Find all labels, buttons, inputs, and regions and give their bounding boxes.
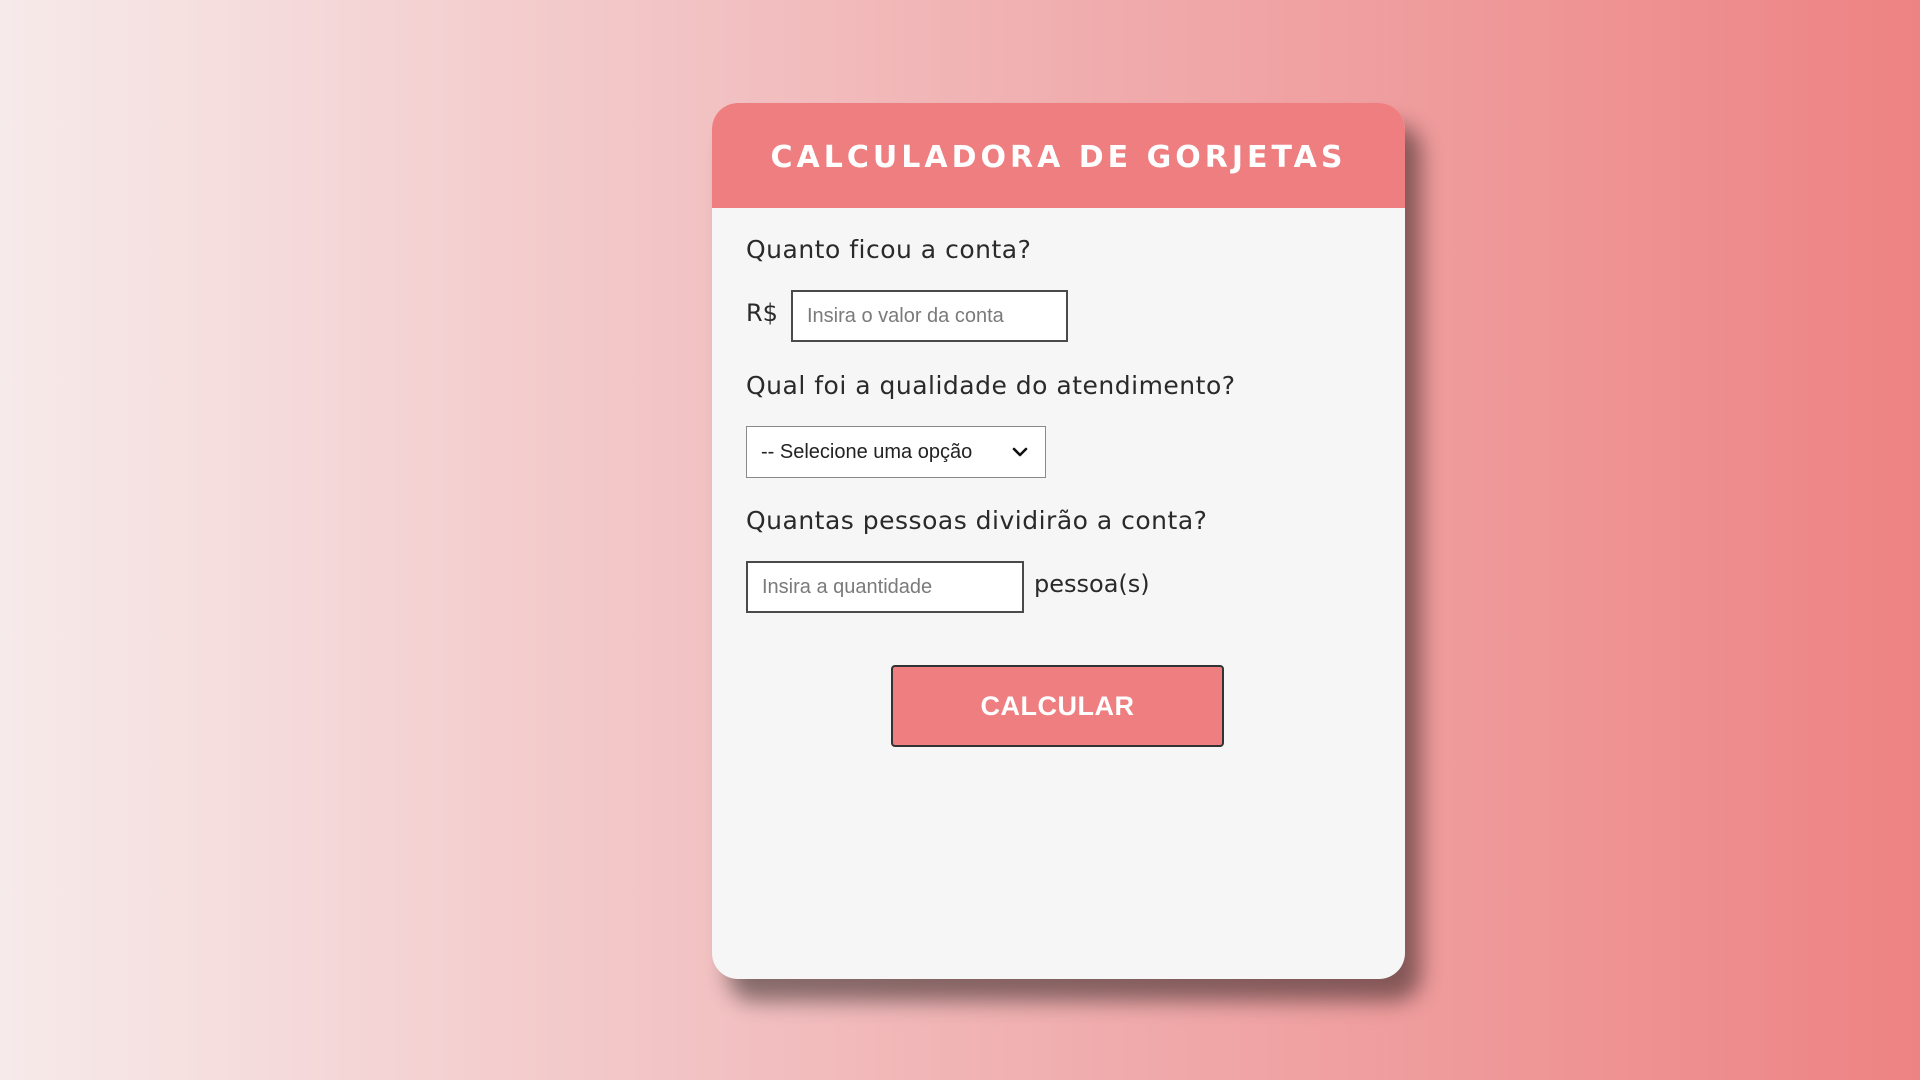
card-header: CALCULADORA DE GORJETAS <box>712 103 1405 208</box>
tip-calculator-card: CALCULADORA DE GORJETAS Quanto ficou a c… <box>712 103 1405 979</box>
currency-label: R$ <box>746 299 778 327</box>
chevron-down-icon <box>1009 441 1031 463</box>
bill-question-label: Quanto ficou a conta? <box>746 235 1032 264</box>
calculate-button[interactable]: CALCULAR <box>891 665 1224 747</box>
page-title: CALCULADORA DE GORJETAS <box>770 140 1347 175</box>
people-question-label: Quantas pessoas dividirão a conta? <box>746 506 1208 535</box>
service-select-value: -- Selecione uma opção <box>761 440 973 463</box>
people-unit-label: pessoa(s) <box>1034 570 1150 598</box>
service-quality-select[interactable]: -- Selecione uma opção <box>746 426 1046 478</box>
bill-amount-input[interactable] <box>791 290 1068 342</box>
people-count-input[interactable] <box>746 561 1024 613</box>
service-question-label: Qual foi a qualidade do atendimento? <box>746 371 1236 400</box>
